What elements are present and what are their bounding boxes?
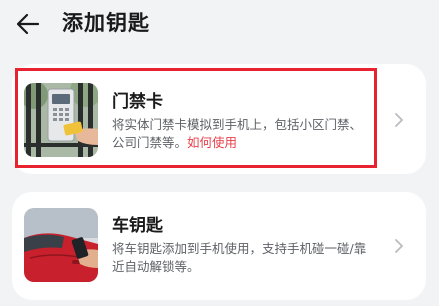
back-button[interactable] (10, 6, 46, 42)
chevron-right-icon (395, 239, 403, 253)
card-title: 门禁卡 (112, 92, 163, 112)
access-card-option[interactable]: 门禁卡 将实体门禁卡模拟到手机上，包括小区门禁、公司门禁等。如何使用 (12, 64, 426, 174)
car-key-thumbnail (24, 208, 98, 282)
page-title: 添加钥匙 (62, 11, 150, 35)
card-description: 将车钥匙添加到手机使用，支持手机碰一碰/靠近自动解锁等。 (112, 241, 367, 274)
chevron-right-icon (395, 113, 403, 127)
app-header: 添加钥匙 (0, 0, 439, 48)
access-card-thumbnail (24, 83, 98, 157)
how-to-use-link[interactable]: 如何使用 (187, 135, 237, 150)
card-title: 车钥匙 (112, 216, 163, 236)
arrow-left-icon (16, 13, 40, 35)
card-description: 将实体门禁卡模拟到手机上，包括小区门禁、公司门禁等。如何使用 (112, 116, 374, 152)
car-key-option[interactable]: 车钥匙 将车钥匙添加到手机使用，支持手机碰一碰/靠近自动解锁等。 (12, 192, 426, 300)
